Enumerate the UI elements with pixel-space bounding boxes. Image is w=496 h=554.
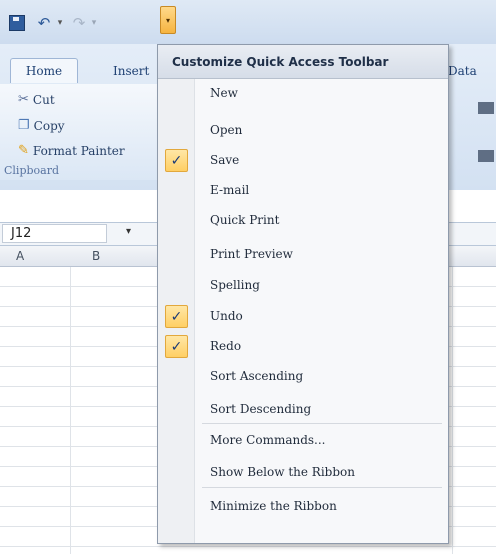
- insert-cells-icon[interactable]: [478, 102, 494, 114]
- save-icon[interactable]: [8, 14, 26, 32]
- menu-item-email[interactable]: ✓E-mail: [158, 176, 448, 206]
- checkmark-icon: ✓: [165, 149, 188, 172]
- menu-item-label: Sort Ascending: [210, 369, 304, 383]
- format-painter-button[interactable]: ✎ Format Painter: [18, 143, 125, 158]
- redo-dropdown-icon[interactable]: ▾: [90, 14, 98, 32]
- menu-item-minimize-ribbon[interactable]: ✓Minimize the Ribbon: [158, 492, 448, 522]
- format-cells-icon[interactable]: [478, 150, 494, 162]
- column-header-b[interactable]: B: [92, 249, 100, 263]
- scissors-icon: ✂: [18, 92, 29, 107]
- checkmark-icon: ✓: [165, 335, 188, 358]
- clipboard-group: ✂ Cut ❐ Copy ✎ Format Painter Clipboard: [0, 84, 161, 180]
- menu-item-redo[interactable]: ✓ Redo: [158, 332, 448, 362]
- tab-insert[interactable]: Insert: [113, 64, 149, 78]
- menu-item-label: Redo: [210, 339, 242, 353]
- tab-data[interactable]: Data: [448, 64, 477, 78]
- quick-access-toolbar: ↶ ▾ ↷ ▾ ▾: [0, 0, 496, 44]
- menu-item-more-commands[interactable]: ✓More Commands...: [158, 426, 448, 456]
- ribbon-right-icons: [470, 102, 496, 172]
- undo-dropdown-icon[interactable]: ▾: [56, 14, 64, 32]
- format-painter-label: Format Painter: [32, 143, 125, 158]
- copy-label: Copy: [33, 118, 65, 133]
- menu-item-label: Spelling: [210, 278, 260, 292]
- menu-item-label: More Commands...: [210, 433, 326, 447]
- menu-item-print-preview[interactable]: ✓Print Preview: [158, 240, 448, 270]
- menu-item-quick-print[interactable]: ✓Quick Print: [158, 206, 448, 236]
- menu-item-label: Print Preview: [210, 247, 293, 261]
- menu-item-label: New: [210, 86, 238, 100]
- clipboard-group-label: Clipboard: [4, 164, 60, 177]
- menu-separator: [202, 423, 442, 424]
- menu-item-open[interactable]: ✓Open: [158, 116, 448, 146]
- customize-qat-menu: Customize Quick Access Toolbar ✓New✓Open…: [157, 44, 449, 544]
- menu-item-label: E-mail: [210, 183, 250, 197]
- menu-item-undo[interactable]: ✓ Undo: [158, 302, 448, 332]
- redo-icon[interactable]: ↷: [70, 14, 88, 32]
- cut-label: Cut: [32, 92, 55, 107]
- menu-item-label: Undo: [210, 309, 243, 323]
- tab-home[interactable]: Home: [10, 58, 78, 83]
- checkmark-icon: ✓: [165, 305, 188, 328]
- menu-item-show-below-ribbon[interactable]: ✓Show Below the Ribbon: [158, 458, 448, 488]
- menu-item-label: Save: [210, 153, 240, 167]
- menu-item-new[interactable]: ✓New: [158, 79, 448, 109]
- name-box[interactable]: J12: [2, 224, 107, 243]
- menu-title: Customize Quick Access Toolbar: [158, 45, 448, 79]
- menu-item-spelling[interactable]: ✓Spelling: [158, 271, 448, 301]
- cut-button[interactable]: ✂ Cut: [18, 92, 55, 107]
- paintbrush-icon: ✎: [18, 143, 29, 158]
- menu-item-label: Show Below the Ribbon: [210, 465, 355, 479]
- menu-item-label: Open: [210, 123, 243, 137]
- name-box-dropdown-icon[interactable]: ▾: [126, 226, 131, 237]
- menu-item-sort-ascending[interactable]: ✓Sort Ascending: [158, 362, 448, 392]
- customize-qat-button[interactable]: ▾: [160, 6, 176, 34]
- menu-separator: [202, 487, 442, 488]
- menu-item-sort-descending[interactable]: ✓Sort Descending: [158, 395, 448, 425]
- copy-button[interactable]: ❐ Copy: [18, 118, 65, 133]
- menu-item-save[interactable]: ✓ Save: [158, 146, 448, 176]
- column-header-a[interactable]: A: [16, 249, 24, 263]
- menu-item-label: Quick Print: [210, 213, 280, 227]
- undo-icon[interactable]: ↶: [34, 14, 54, 32]
- menu-item-label: Minimize the Ribbon: [210, 499, 337, 513]
- menu-item-label: Sort Descending: [210, 402, 312, 416]
- copy-icon: ❐: [18, 118, 30, 133]
